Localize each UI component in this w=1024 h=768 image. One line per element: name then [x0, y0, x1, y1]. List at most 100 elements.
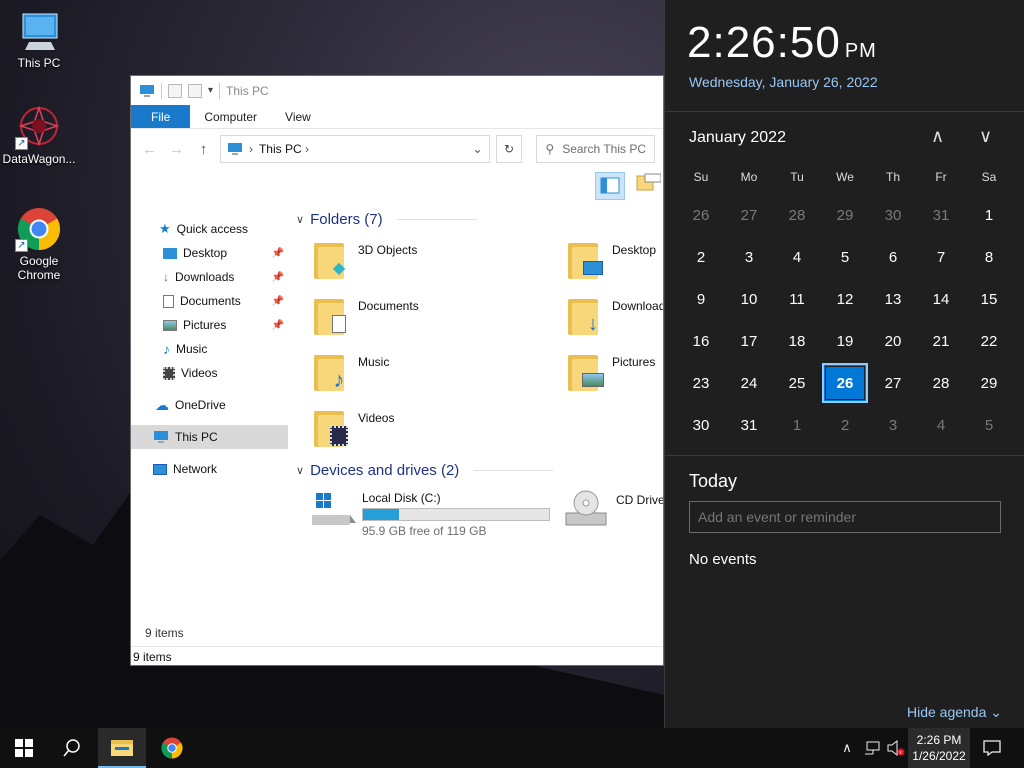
tab-file[interactable]: File — [131, 105, 191, 128]
calendar-day[interactable]: 16 — [678, 321, 724, 361]
volume-muted-icon[interactable]: x — [884, 728, 908, 768]
new-folder-icon[interactable] — [188, 83, 202, 98]
calendar-day[interactable]: 8 — [966, 237, 1012, 277]
taskbar-file-explorer[interactable] — [98, 728, 146, 768]
drive-cd[interactable]: CD Drive — [564, 489, 663, 529]
nav-music[interactable]: ♪ Music — [131, 337, 288, 361]
calendar-day[interactable]: 29 — [966, 363, 1012, 403]
next-month-icon[interactable]: ∨ — [979, 126, 992, 147]
address-bar[interactable]: › This PC › ⌄ — [219, 135, 490, 163]
desktop-icon-this-pc[interactable]: This PC — [0, 8, 78, 70]
network-status-icon[interactable] — [860, 728, 884, 768]
show-hidden-icons-chevron-icon[interactable]: ∧ — [836, 728, 858, 768]
calendar-day[interactable]: 31 — [918, 195, 964, 235]
calendar-day[interactable]: 27 — [726, 195, 772, 235]
calendar-day[interactable]: 4 — [918, 405, 964, 445]
search-input[interactable]: ⚲ Search This PC — [536, 135, 655, 163]
calendar-day[interactable]: 27 — [870, 363, 916, 403]
calendar-day[interactable]: 11 — [774, 279, 820, 319]
search-button[interactable] — [48, 728, 96, 768]
up-arrow-icon[interactable]: ↑ — [193, 141, 214, 158]
event-reminder-input[interactable] — [689, 501, 1001, 533]
calendar-day[interactable]: 28 — [918, 363, 964, 403]
forward-arrow-icon[interactable]: → — [166, 141, 187, 158]
taskbar-chrome[interactable] — [148, 728, 196, 768]
tab-computer[interactable]: Computer — [190, 105, 271, 128]
details-pane-button[interactable] — [631, 172, 662, 200]
folder-downloads[interactable]: ↓ Downloads — [568, 295, 663, 335]
nav-downloads[interactable]: ↓ Downloads 📌 — [131, 265, 288, 289]
desktop-icon-datawagon[interactable]: ↗ DataWagon... — [0, 104, 78, 166]
folder-pictures[interactable]: Pictures — [568, 351, 655, 391]
calendar-day[interactable]: 2 — [822, 405, 868, 445]
calendar-day[interactable]: 4 — [774, 237, 820, 277]
calendar-day[interactable]: 7 — [918, 237, 964, 277]
pin-icon[interactable]: 📌 — [272, 272, 284, 283]
folders-group-header[interactable]: ∨ Folders (7) — [296, 211, 477, 228]
nav-documents[interactable]: Documents 📌 — [131, 289, 288, 313]
calendar-day[interactable]: 22 — [966, 321, 1012, 361]
devices-group-header[interactable]: ∨ Devices and drives (2) — [296, 462, 554, 479]
folder-desktop[interactable]: Desktop — [568, 239, 656, 279]
folder-music[interactable]: ♪ Music — [314, 351, 389, 392]
nav-quick-access[interactable]: ★ Quick access — [131, 217, 288, 241]
calendar-day[interactable]: 14 — [918, 279, 964, 319]
calendar-day[interactable]: 19 — [822, 321, 868, 361]
chevron-down-icon[interactable]: ⌄ — [473, 142, 483, 156]
calendar-day[interactable]: 21 — [918, 321, 964, 361]
pin-icon[interactable]: 📌 — [272, 248, 284, 259]
hide-agenda-button[interactable]: Hide agenda ⌄ — [907, 704, 1002, 721]
calendar-day[interactable]: 6 — [870, 237, 916, 277]
desktop-icon-google-chrome[interactable]: ↗ Google Chrome — [0, 206, 78, 282]
previous-month-icon[interactable]: ∧ — [931, 126, 944, 147]
calendar-day[interactable]: 30 — [678, 405, 724, 445]
nav-pictures[interactable]: Pictures 📌 — [131, 313, 288, 337]
nav-network[interactable]: Network — [131, 457, 288, 481]
calendar-day[interactable]: 9 — [678, 279, 724, 319]
back-arrow-icon[interactable]: ← — [139, 141, 160, 158]
calendar-day[interactable]: 24 — [726, 363, 772, 403]
nav-onedrive[interactable]: ☁ OneDrive — [131, 393, 288, 417]
calendar-day[interactable]: 3 — [726, 237, 772, 277]
calendar-day[interactable]: 3 — [870, 405, 916, 445]
pin-icon[interactable]: 📌 — [272, 320, 284, 331]
calendar-day[interactable]: 1 — [774, 405, 820, 445]
calendar-day[interactable]: 26 — [678, 195, 724, 235]
nav-desktop[interactable]: Desktop 📌 — [131, 241, 288, 265]
customize-qat-icon[interactable]: ▾ — [208, 85, 213, 96]
calendar-day[interactable]: 25 — [774, 363, 820, 403]
calendar-day[interactable]: 20 — [870, 321, 916, 361]
calendar-day-selected[interactable]: 26 — [822, 363, 868, 403]
calendar-day[interactable]: 1 — [966, 195, 1012, 235]
calendar-day[interactable]: 5 — [822, 237, 868, 277]
calendar-day[interactable]: 5 — [966, 405, 1012, 445]
properties-icon[interactable] — [168, 83, 182, 98]
month-title[interactable]: January 2022 — [689, 129, 786, 147]
calendar-day[interactable]: 13 — [870, 279, 916, 319]
nav-videos[interactable]: Videos — [131, 361, 288, 385]
calendar-day[interactable]: 12 — [822, 279, 868, 319]
calendar-day[interactable]: 10 — [726, 279, 772, 319]
calendar-day[interactable]: 2 — [678, 237, 724, 277]
calendar-day[interactable]: 17 — [726, 321, 772, 361]
taskbar-clock[interactable]: 2:26 PM 1/26/2022 — [908, 728, 970, 768]
calendar-day[interactable]: 15 — [966, 279, 1012, 319]
start-button[interactable] — [0, 728, 48, 768]
calendar-day[interactable]: 23 — [678, 363, 724, 403]
preview-pane-button[interactable] — [595, 172, 625, 200]
folder-3d-objects[interactable]: ◆ 3D Objects — [314, 239, 417, 279]
nav-this-pc[interactable]: This PC — [131, 425, 288, 449]
calendar-day[interactable]: 29 — [822, 195, 868, 235]
refresh-button[interactable]: ↻ — [495, 135, 523, 163]
pin-icon[interactable]: 📌 — [272, 296, 284, 307]
tab-view[interactable]: View — [271, 105, 325, 128]
folder-videos[interactable]: Videos — [314, 407, 394, 447]
breadcrumb[interactable]: This PC › — [259, 142, 467, 156]
folder-documents[interactable]: Documents — [314, 295, 419, 335]
drive-local-disk-c[interactable]: Local Disk (C:) 95.9 GB free of 119 GB — [310, 489, 550, 538]
calendar-day[interactable]: 30 — [870, 195, 916, 235]
current-date-link[interactable]: Wednesday, January 26, 2022 — [689, 74, 878, 90]
calendar-day[interactable]: 18 — [774, 321, 820, 361]
calendar-day[interactable]: 28 — [774, 195, 820, 235]
calendar-day[interactable]: 31 — [726, 405, 772, 445]
